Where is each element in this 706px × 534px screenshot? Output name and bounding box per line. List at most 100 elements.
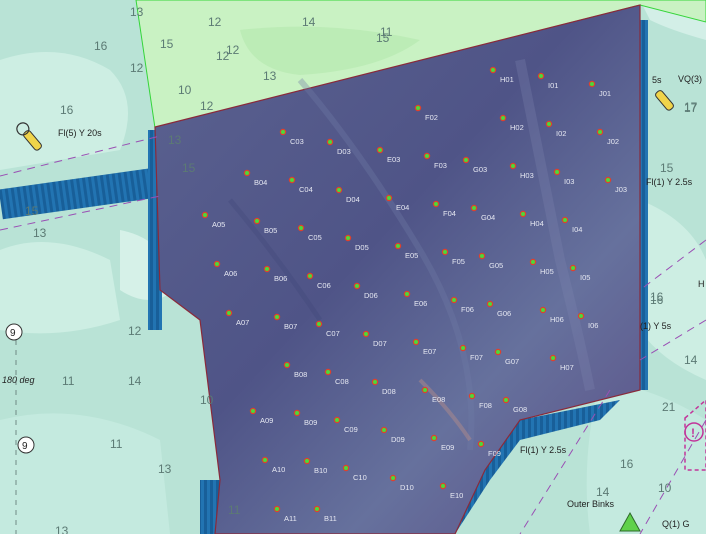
survey-point[interactable]	[279, 128, 287, 136]
survey-point[interactable]	[201, 211, 209, 219]
survey-point[interactable]	[403, 290, 411, 298]
survey-point[interactable]	[376, 146, 384, 154]
survey-point[interactable]	[569, 264, 577, 272]
survey-point-label: A07	[236, 318, 249, 327]
depth-sounding: 12	[200, 99, 214, 113]
depth-sounding: 16	[60, 103, 74, 117]
survey-point[interactable]	[430, 434, 438, 442]
survey-point[interactable]	[502, 396, 510, 404]
survey-point-label: D03	[337, 147, 351, 156]
survey-point[interactable]	[441, 248, 449, 256]
survey-point[interactable]	[243, 169, 251, 177]
survey-point[interactable]	[494, 348, 502, 356]
survey-point[interactable]	[297, 224, 305, 232]
survey-point[interactable]	[213, 260, 221, 268]
survey-point[interactable]	[489, 66, 497, 74]
light-label: VQ(3)	[678, 74, 702, 84]
survey-point[interactable]	[561, 216, 569, 224]
survey-point[interactable]	[545, 120, 553, 128]
survey-point[interactable]	[596, 128, 604, 136]
light-label: H	[698, 279, 705, 289]
survey-point[interactable]	[344, 234, 352, 242]
survey-point-label: G07	[505, 357, 519, 366]
survey-point[interactable]	[293, 409, 301, 417]
survey-point[interactable]	[283, 361, 291, 369]
depth-sounding: 10	[200, 393, 214, 407]
survey-point[interactable]	[353, 282, 361, 290]
depth-sounding: 16	[94, 39, 108, 53]
survey-point[interactable]	[333, 416, 341, 424]
survey-point[interactable]	[553, 168, 561, 176]
survey-point[interactable]	[412, 338, 420, 346]
survey-point-label: F04	[443, 209, 456, 218]
survey-point[interactable]	[313, 505, 321, 513]
survey-point[interactable]	[371, 378, 379, 386]
survey-point[interactable]	[225, 309, 233, 317]
survey-point[interactable]	[324, 368, 332, 376]
survey-point-label: E07	[423, 347, 436, 356]
survey-point[interactable]	[539, 306, 547, 314]
survey-point-label: D06	[364, 291, 378, 300]
survey-point-label: B06	[274, 274, 287, 283]
survey-point[interactable]	[380, 426, 388, 434]
survey-point[interactable]	[335, 186, 343, 194]
survey-point[interactable]	[273, 313, 281, 321]
survey-point[interactable]	[362, 330, 370, 338]
survey-point[interactable]	[529, 258, 537, 266]
survey-point[interactable]	[315, 320, 323, 328]
nautical-chart[interactable]: ! Fl(5) Y 20s VQ(3) Fl(1) Y 2.5s (1) Y 5…	[0, 0, 706, 534]
survey-point[interactable]	[423, 152, 431, 160]
survey-point[interactable]	[499, 114, 507, 122]
survey-point[interactable]	[288, 176, 296, 184]
survey-point[interactable]	[478, 252, 486, 260]
survey-point[interactable]	[470, 204, 478, 212]
survey-point-label: A06	[224, 269, 237, 278]
depth-sounding: 10	[658, 481, 672, 495]
depth-sounding: 14	[684, 353, 698, 367]
survey-point[interactable]	[261, 456, 269, 464]
survey-point[interactable]	[273, 505, 281, 513]
survey-point[interactable]	[604, 176, 612, 184]
survey-point[interactable]	[263, 265, 271, 273]
survey-point[interactable]	[588, 80, 596, 88]
survey-point[interactable]	[450, 296, 458, 304]
survey-point[interactable]	[342, 464, 350, 472]
survey-point[interactable]	[537, 72, 545, 80]
depth-sounding: 12	[216, 49, 230, 63]
survey-point-label: I04	[572, 225, 582, 234]
survey-point[interactable]	[577, 312, 585, 320]
survey-point[interactable]	[389, 474, 397, 482]
survey-point-label: I03	[564, 177, 574, 186]
depth-sounding: 16	[620, 457, 634, 471]
survey-point[interactable]	[253, 217, 261, 225]
survey-point[interactable]	[486, 300, 494, 308]
survey-point[interactable]	[462, 156, 470, 164]
survey-point-label: F05	[452, 257, 465, 266]
survey-point[interactable]	[303, 457, 311, 465]
survey-point[interactable]	[385, 194, 393, 202]
survey-point[interactable]	[414, 104, 422, 112]
survey-point[interactable]	[439, 482, 447, 490]
survey-point[interactable]	[477, 440, 485, 448]
survey-point-label: D10	[400, 483, 414, 492]
survey-point[interactable]	[519, 210, 527, 218]
survey-point[interactable]	[468, 392, 476, 400]
depth-sounding: 11	[380, 25, 393, 39]
survey-point[interactable]	[432, 200, 440, 208]
depth-sounding: 17	[684, 101, 698, 115]
survey-point[interactable]	[306, 272, 314, 280]
survey-point[interactable]	[326, 138, 334, 146]
survey-point-label: E03	[387, 155, 400, 164]
survey-point-label: C10	[353, 473, 367, 482]
survey-point[interactable]	[394, 242, 402, 250]
survey-point-label: G05	[489, 261, 503, 270]
depth-sounding: 13	[33, 226, 47, 240]
survey-point-label: F02	[425, 113, 438, 122]
light-label: Fl(1) Y 2.5s	[520, 445, 567, 455]
survey-point[interactable]	[459, 344, 467, 352]
survey-point[interactable]	[549, 354, 557, 362]
survey-point[interactable]	[249, 407, 257, 415]
depth-sounding: 10	[178, 83, 192, 97]
survey-point[interactable]	[509, 162, 517, 170]
survey-point[interactable]	[421, 386, 429, 394]
